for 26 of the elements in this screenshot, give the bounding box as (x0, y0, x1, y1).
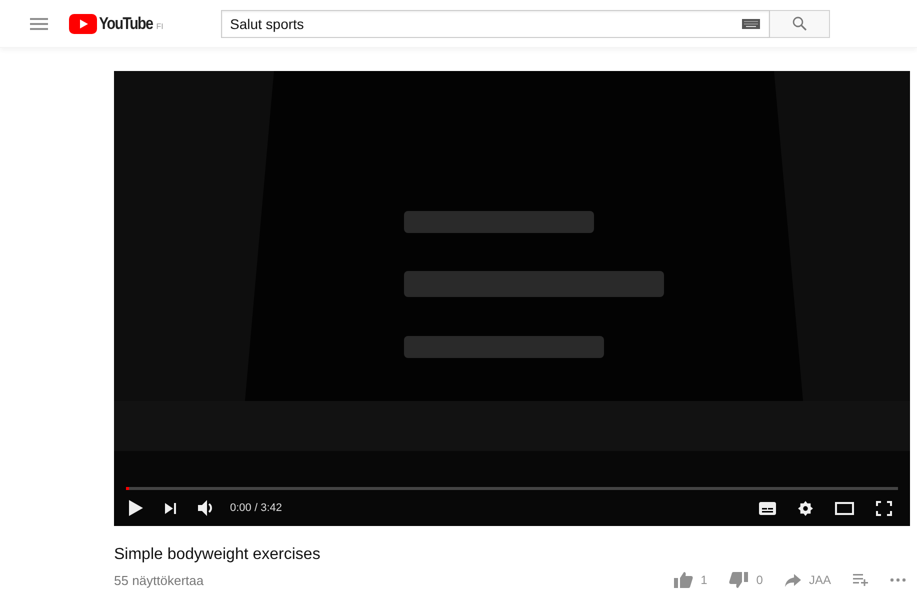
search-field[interactable]: Salut sports (221, 10, 770, 38)
video-title: Simple bodyweight exercises (114, 546, 322, 564)
more-icon (890, 578, 906, 582)
view-count: 55 näyttökertaa (114, 572, 204, 588)
share-button[interactable]: JAA (780, 571, 835, 589)
share-arrow-icon (784, 574, 801, 586)
like-button[interactable]: 1 (670, 570, 712, 590)
theater-icon[interactable] (835, 502, 854, 514)
settings-icon[interactable] (798, 500, 813, 516)
add-to-playlist-icon (853, 574, 868, 586)
dislike-button[interactable]: 0 (725, 570, 767, 590)
play-icon[interactable] (129, 500, 143, 516)
fullscreen-icon[interactable] (876, 500, 892, 516)
search-button[interactable] (770, 10, 830, 38)
region-label: FI (156, 22, 164, 30)
thumbs-up-icon (674, 572, 693, 588)
thumbs-down-icon (729, 572, 748, 588)
progress-fill[interactable] (126, 487, 130, 490)
keyboard-icon[interactable] (742, 18, 760, 28)
menu-icon[interactable] (30, 18, 48, 30)
play-logo-icon[interactable] (69, 14, 97, 34)
next-icon[interactable] (165, 502, 176, 514)
logo-text[interactable]: YouTube (99, 14, 153, 34)
subtitles-icon[interactable] (759, 502, 776, 514)
search-icon (792, 16, 807, 31)
time-display: 0:00 / 3:42 (230, 502, 282, 514)
